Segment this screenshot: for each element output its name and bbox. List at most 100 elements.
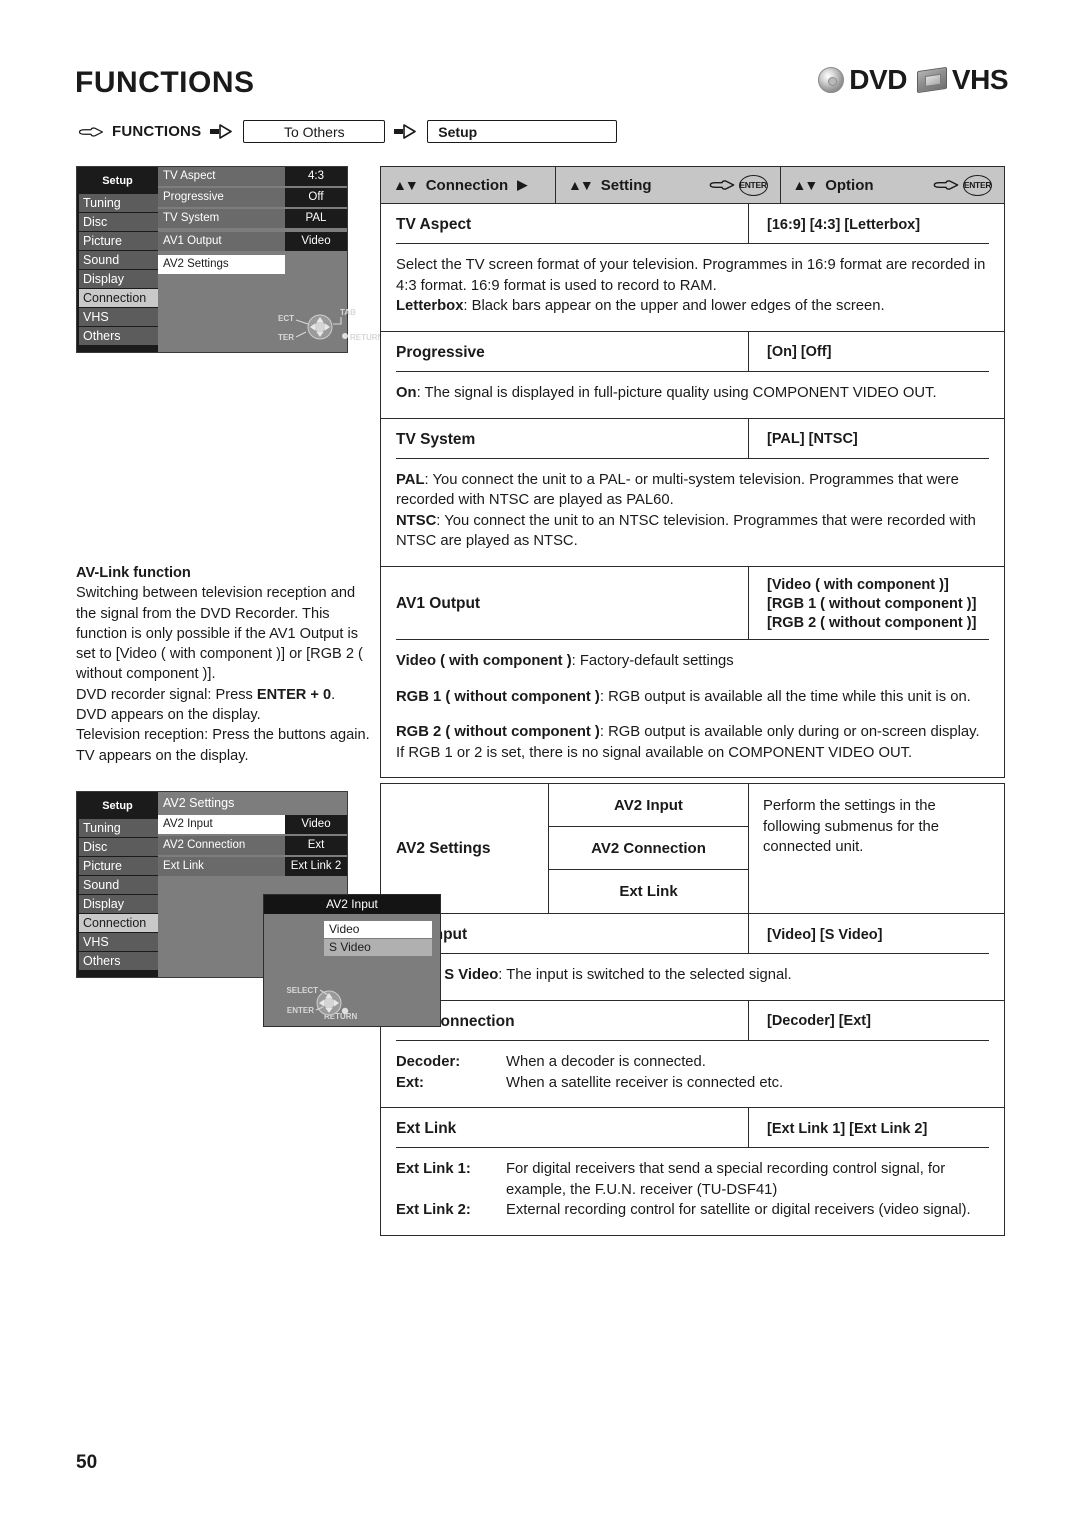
setting-description: Video, S Video: The input is switched to… xyxy=(396,967,792,984)
entry-head: Ext Link [Ext Link 1] [Ext Link 2] xyxy=(381,1108,1004,1148)
osd-screenshot-av2-settings: Setup Tuning Disc Picture Sound Display … xyxy=(76,791,441,1027)
osd-nav-display[interactable]: Display xyxy=(79,895,158,913)
submenu-av2-connection: AV2 Connection xyxy=(549,827,748,870)
setting-name: AV1 Output xyxy=(381,566,749,639)
setting-name: Ext Link xyxy=(381,1108,749,1148)
popup-title: AV2 Input xyxy=(264,895,440,914)
submenu-list: AV2 Input AV2 Connection Ext Link xyxy=(549,784,749,913)
osd-row-label: AV1 Output xyxy=(158,232,285,251)
setting-name: TV System xyxy=(381,418,749,458)
osd-nav-picture[interactable]: Picture xyxy=(79,232,158,250)
avlink-paragraph-2: DVD recorder signal: Press ENTER + 0. xyxy=(76,685,376,705)
osd-sidebar-title: Setup xyxy=(102,800,133,812)
osd-nav-tuning[interactable]: Tuning xyxy=(79,194,158,212)
composite-row: AV2 Settings AV2 Input AV2 Connection Ex… xyxy=(381,784,1004,913)
entry-head: AV2 Connection [Decoder] [Ext] xyxy=(381,1000,1004,1040)
setting-description: Ext Link 1: For digital receivers that se… xyxy=(396,1161,971,1219)
osd-nav-disc[interactable]: Disc xyxy=(79,838,158,856)
composite-description: Perform the settings in the following su… xyxy=(763,798,940,855)
osd-nav-display[interactable]: Display xyxy=(79,270,158,288)
breadcrumb-step-setup[interactable]: Setup xyxy=(427,120,618,143)
osd-row-av2-settings[interactable]: AV2 Settings xyxy=(158,255,347,274)
setting-name: Progressive xyxy=(381,331,749,371)
setting-options: [Video] [S Video] xyxy=(749,914,1004,953)
osd-row-value xyxy=(285,255,347,274)
osd-nav-vhs[interactable]: VHS xyxy=(79,933,158,951)
osd-nav-connection[interactable]: Connection xyxy=(79,914,158,932)
osd-sidebar-title: Setup xyxy=(102,175,133,187)
option-line: [RGB 1 ( without component )] xyxy=(767,595,977,612)
connection-settings-table: ▲▼ Connection ▶ ▲▼ Setting ENTER ▲▼ Opti… xyxy=(380,166,1005,779)
avlink-paragraph-4: Television reception: Press the buttons … xyxy=(76,727,370,744)
osd-screenshot-setup-connection: Setup Tuning Disc Picture Sound Display … xyxy=(76,166,384,353)
osd-nav-sound[interactable]: Sound xyxy=(79,876,158,894)
option-line: [Video] [S Video] xyxy=(767,926,883,943)
svg-text:SELECT: SELECT xyxy=(286,986,318,995)
osd-body: AV2 Settings AV2 Input Video AV2 Connect… xyxy=(158,792,441,1027)
enter-hint: ENTER xyxy=(931,174,992,196)
osd-row-tv-system[interactable]: TV System PAL xyxy=(158,209,347,228)
navpad-icon: SELECT TAB ENTER RETURN xyxy=(278,304,384,346)
osd-row-value: Ext xyxy=(285,836,347,855)
avlink-section: AV-Link function Switching between telev… xyxy=(76,563,376,766)
column-header-label: Option xyxy=(825,176,874,194)
popup-option-s-video[interactable]: S Video xyxy=(324,939,432,956)
osd-row-av2-input[interactable]: AV2 Input Video xyxy=(158,815,347,834)
setting-options: [Ext Link 1] [Ext Link 2] xyxy=(749,1108,1004,1147)
table-row: AV2 Input [Video] [S Video] Video, S Vid… xyxy=(381,914,1004,1001)
up-down-arrows-icon: ▲▼ xyxy=(792,177,819,193)
column-header-label: Setting xyxy=(600,176,652,194)
osd-body: TV Aspect 4:3 Progressive Off TV System … xyxy=(158,167,384,352)
entry-head: Progressive [On] [Off] xyxy=(381,331,1004,371)
osd-nav-disc[interactable]: Disc xyxy=(79,213,158,231)
osd-row-value: Ext Link 2 xyxy=(285,857,347,876)
osd-row-value: Video xyxy=(285,232,347,251)
osd-row-av1-output[interactable]: AV1 Output Video xyxy=(158,232,347,251)
setting-options: [Video ( with component )] [RGB 1 ( with… xyxy=(749,567,1004,639)
osd-row-value: 4:3 xyxy=(285,167,347,186)
entry-head: AV1 Output [Video ( with component )] [R… xyxy=(381,566,1004,639)
osd-nav-picture[interactable]: Picture xyxy=(79,857,158,875)
breadcrumb-root: FUNCTIONS xyxy=(112,123,202,140)
setting-description: On: The signal is displayed in full-pict… xyxy=(396,385,937,402)
pointing-hand-icon xyxy=(78,126,104,137)
option-line: [RGB 2 ( without component )] xyxy=(767,614,977,631)
column-header-label: Connection xyxy=(425,176,509,194)
avlink-paragraph-3: DVD appears on the display. xyxy=(76,707,261,724)
dvd-badge: DVD xyxy=(818,64,907,96)
osd-row-tv-aspect[interactable]: TV Aspect 4:3 xyxy=(158,167,347,186)
osd-row-label: AV2 Settings xyxy=(158,255,285,274)
chevron-right-icon: ▶ xyxy=(517,177,528,192)
av2-settings-table: AV2 Settings AV2 Input AV2 Connection Ex… xyxy=(380,783,1005,1236)
avlink-paragraph-1: Switching between television reception a… xyxy=(76,585,363,683)
svg-text:TAB: TAB xyxy=(340,308,356,317)
osd-row-progressive[interactable]: Progressive Off xyxy=(158,188,347,207)
osd-nav-sound[interactable]: Sound xyxy=(79,251,158,269)
page-number: 50 xyxy=(76,1452,98,1473)
svg-text:ENTER: ENTER xyxy=(278,333,294,342)
osd-nav-tuning[interactable]: Tuning xyxy=(79,819,158,837)
setting-options: [On] [Off] xyxy=(749,332,1004,371)
osd-row-av2-connection[interactable]: AV2 Connection Ext xyxy=(158,836,347,855)
setting-name: TV Aspect xyxy=(381,204,749,243)
table-row: Ext Link [Ext Link 1] [Ext Link 2] Ext L… xyxy=(381,1108,1004,1235)
table-row: AV2 Connection [Decoder] [Ext] Decoder: W… xyxy=(381,1000,1004,1109)
entry-head: AV2 Input [Video] [S Video] xyxy=(381,914,1004,953)
osd-row-ext-link[interactable]: Ext Link Ext Link 2 xyxy=(158,857,347,876)
svg-text:ENTER: ENTER xyxy=(287,1006,314,1015)
osd-nav-connection[interactable]: Connection xyxy=(79,289,158,307)
breadcrumb-step-to-others[interactable]: To Others xyxy=(243,120,386,143)
breadcrumb: FUNCTIONS To Others Setup xyxy=(78,120,618,143)
setting-description: Video ( with component ): Factory-defaul… xyxy=(396,653,980,761)
osd-nav-vhs[interactable]: VHS xyxy=(79,308,158,326)
pointing-hand-icon xyxy=(709,180,734,190)
up-down-arrows-icon: ▲▼ xyxy=(568,177,594,193)
osd-row-value: PAL xyxy=(285,209,347,228)
setting-options: [16:9] [4:3] [Letterbox] xyxy=(749,204,1004,243)
osd-nav-others[interactable]: Others xyxy=(79,952,158,970)
option-line: [Decoder] [Ext] xyxy=(767,1013,871,1030)
popup-option-video[interactable]: Video xyxy=(324,921,432,938)
osd-nav-others[interactable]: Others xyxy=(79,327,158,345)
setting-options: [Decoder] [Ext] xyxy=(749,1001,1004,1040)
osd-sidebar: Setup Tuning Disc Picture Sound Display … xyxy=(77,167,158,352)
